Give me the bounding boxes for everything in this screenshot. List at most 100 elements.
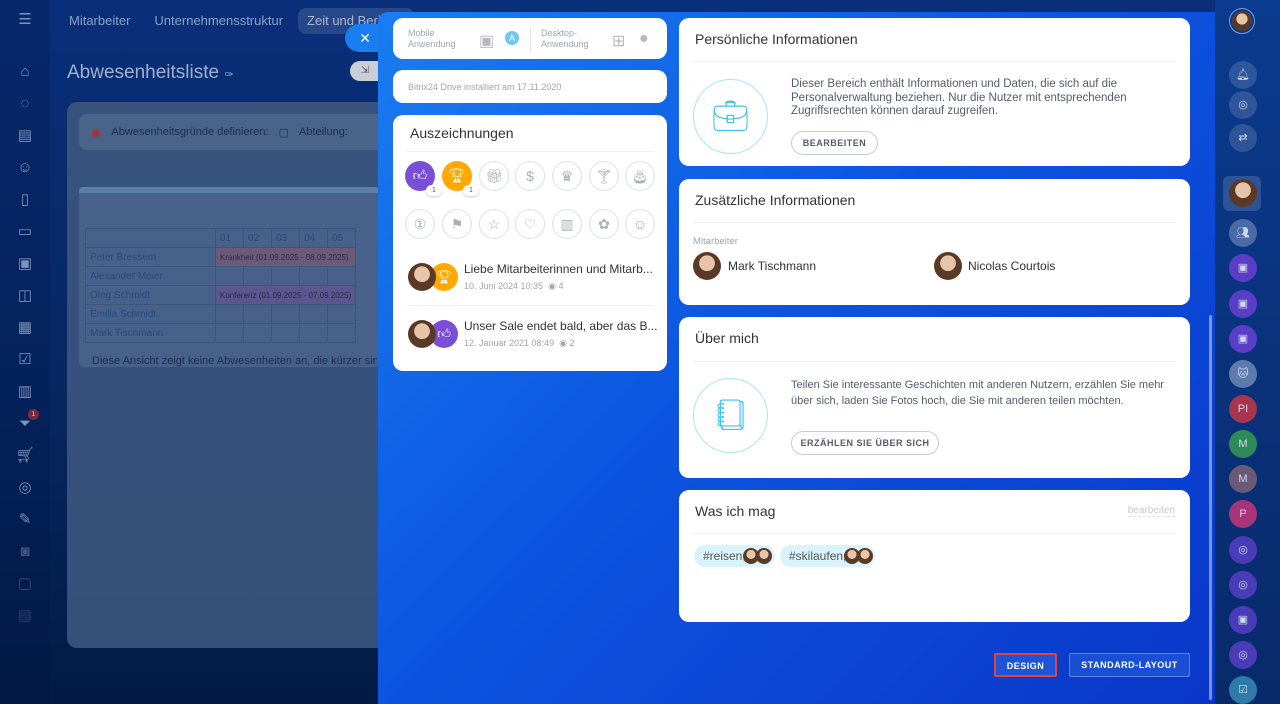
standard-layout-button[interactable]: STANDARD-LAYOUT: [1069, 653, 1190, 677]
post-title[interactable]: Liebe Mitarbeiterinnen und Mitarb...: [464, 262, 653, 276]
calendar-icon[interactable]: ▦: [14, 317, 36, 339]
award-flower-icon[interactable]: ✿: [589, 209, 619, 239]
group-chat-icon[interactable]: 👥︎: [1229, 219, 1257, 247]
windows-icon[interactable]: ⊞: [612, 31, 625, 51]
briefcase-icon: 💼︎: [693, 79, 768, 154]
day-header: 05: [327, 228, 357, 248]
award-money-icon[interactable]: $: [515, 161, 545, 191]
task-chat-icon[interactable]: ☑: [1229, 676, 1257, 704]
award-gift-icon[interactable]: 🎁︎: [479, 161, 509, 191]
sign-icon[interactable]: ✎: [14, 509, 36, 531]
employee-name[interactable]: Emilia Schmidt: [85, 304, 216, 324]
interest-tag[interactable]: #reisen,: [694, 545, 775, 567]
store-icon[interactable]: ▢: [14, 573, 36, 595]
chat-book-icon[interactable]: ▣: [1229, 290, 1257, 318]
employee-name[interactable]: Oleg Schmidt: [85, 285, 216, 305]
design-button[interactable]: DESIGN: [994, 653, 1057, 677]
award-number-one-icon[interactable]: ①: [405, 209, 435, 239]
board-icon[interactable]: ▣: [14, 253, 36, 275]
card-icon[interactable]: ▤: [14, 605, 36, 627]
reasons-checkbox[interactable]: ▢: [279, 126, 289, 139]
chat-icon[interactable]: ◫: [14, 285, 36, 307]
award-star-icon[interactable]: ☆: [479, 209, 509, 239]
post-date: 12. Januar 2021 08:49: [464, 338, 555, 348]
edit-button[interactable]: BEARBEITEN: [791, 131, 878, 155]
award-like-icon[interactable]: 👍︎ 1: [405, 161, 442, 196]
day-header: 03: [271, 228, 301, 248]
avatar: [408, 320, 436, 348]
tag-label: #reisen,: [703, 549, 746, 563]
avatar: [693, 252, 721, 280]
tell-about-yourself-button[interactable]: ERZÄHLEN SIE ÜBER SICH: [791, 431, 939, 455]
drive-card: Bitrix24 Drive installiert am 17.11.2020: [393, 70, 667, 103]
feed-icon[interactable]: ◌: [14, 93, 36, 115]
contact-initials[interactable]: PI: [1229, 395, 1257, 423]
tasks-icon[interactable]: ▤: [14, 125, 36, 147]
pin-icon[interactable]: ✑: [224, 69, 233, 81]
employee-name[interactable]: Mark Tischmann: [85, 323, 216, 343]
page-title: Abwesenheitsliste ✑: [67, 62, 234, 84]
drive-icon[interactable]: ▭: [14, 221, 36, 243]
interests-title: Was ich mag: [695, 503, 776, 519]
scrollbar[interactable]: [1209, 315, 1212, 700]
menu-icon[interactable]: ☰: [14, 9, 36, 31]
employee-link[interactable]: Mark Tischmann: [728, 259, 816, 273]
award-heart-icon[interactable]: ♡: [515, 209, 545, 239]
contact-avatar[interactable]: [1229, 179, 1257, 207]
views-icon: ◉: [548, 281, 556, 291]
employee-name[interactable]: Alexander Meier: [85, 266, 216, 286]
tab-mitarbeiter[interactable]: Mitarbeiter: [60, 8, 139, 34]
tab-unternehmensstruktur[interactable]: Unternehmensstruktur: [145, 8, 292, 34]
award-cocktail-icon[interactable]: 🍸︎: [589, 161, 619, 191]
copilot-chat-icon[interactable]: ◎: [1229, 571, 1257, 599]
contact-initials[interactable]: M: [1229, 465, 1257, 493]
android-icon[interactable]: ▣: [479, 31, 494, 51]
about-me-text: Teilen Sie interessante Geschichten mit …: [791, 379, 1164, 407]
post-title[interactable]: Unser Sale endet bald, aber das B...: [464, 319, 657, 333]
chat-book-icon[interactable]: ▣: [1229, 325, 1257, 353]
bell-icon[interactable]: 🔔︎: [1229, 61, 1257, 89]
document-icon[interactable]: ▯: [14, 189, 36, 211]
employee-name[interactable]: Peter Bressem: [85, 247, 216, 267]
absence-bar[interactable]: Konferenz (01.09.2025 - 07.09.2025): [220, 291, 351, 300]
employee-link[interactable]: Nicolas Courtois: [968, 259, 1055, 273]
table-row: Oleg Schmidt Konferenz (01.09.2025 - 07.0…: [85, 285, 357, 305]
chart-icon[interactable]: ▥: [14, 381, 36, 403]
minimize-button[interactable]: ⇲: [350, 61, 380, 81]
absence-table: 01 02 03 04 05 Peter Bressem Krankheit (01.09…: [79, 187, 379, 367]
edit-interests-link[interactable]: bearbeiten: [1127, 505, 1175, 517]
interest-tag[interactable]: #skilaufen,: [780, 545, 875, 567]
robot-icon[interactable]: ◙: [14, 541, 36, 563]
apps-card: Mobile Anwendung ▣ A Desktop-Anwendung ⊞…: [393, 18, 667, 59]
cat-avatar[interactable]: 🐱︎: [1229, 360, 1257, 388]
chat-book-icon[interactable]: ▣: [1229, 254, 1257, 282]
tag-label: #skilaufen,: [789, 549, 847, 563]
absence-bar[interactable]: Krankheit (01.09.2025 - 08.09.2025): [220, 253, 349, 262]
avatar: [934, 252, 962, 280]
contact-initials[interactable]: M: [1229, 430, 1257, 458]
copilot-chat-icon[interactable]: ◎: [1229, 536, 1257, 564]
apple-icon[interactable]: ●: [639, 30, 649, 48]
calendar-icon[interactable]: ▣: [91, 126, 101, 139]
chat-switch-icon[interactable]: ⇄: [1229, 124, 1257, 152]
target-icon[interactable]: ◎: [14, 477, 36, 499]
funnel-icon[interactable]: ⏷ 1: [14, 409, 39, 435]
award-beer-icon[interactable]: ▥: [552, 209, 582, 239]
copilot-icon[interactable]: ◎: [1229, 91, 1257, 119]
award-flag-icon[interactable]: ⚑: [442, 209, 472, 239]
table-row: Emilia Schmidt: [85, 304, 357, 324]
checkbox-icon[interactable]: ☑: [14, 349, 36, 371]
award-cake-icon[interactable]: 🎂︎: [625, 161, 655, 191]
award-trophy-icon[interactable]: 🏆︎ 1: [442, 161, 479, 196]
award-smile-icon[interactable]: ☺: [625, 209, 655, 239]
cart-icon[interactable]: 🛒︎: [14, 445, 36, 467]
users-icon[interactable]: ☺: [14, 157, 36, 179]
app-store-icon[interactable]: A: [505, 31, 519, 45]
contact-initials[interactable]: P: [1229, 500, 1257, 528]
post-views: 2: [569, 338, 575, 348]
chat-book-icon[interactable]: ▣: [1229, 606, 1257, 634]
user-avatar[interactable]: [1229, 8, 1255, 34]
home-icon[interactable]: ⌂: [14, 61, 36, 83]
copilot-chat-icon[interactable]: ◎: [1229, 641, 1257, 669]
award-crown-icon[interactable]: ♛: [552, 161, 582, 191]
